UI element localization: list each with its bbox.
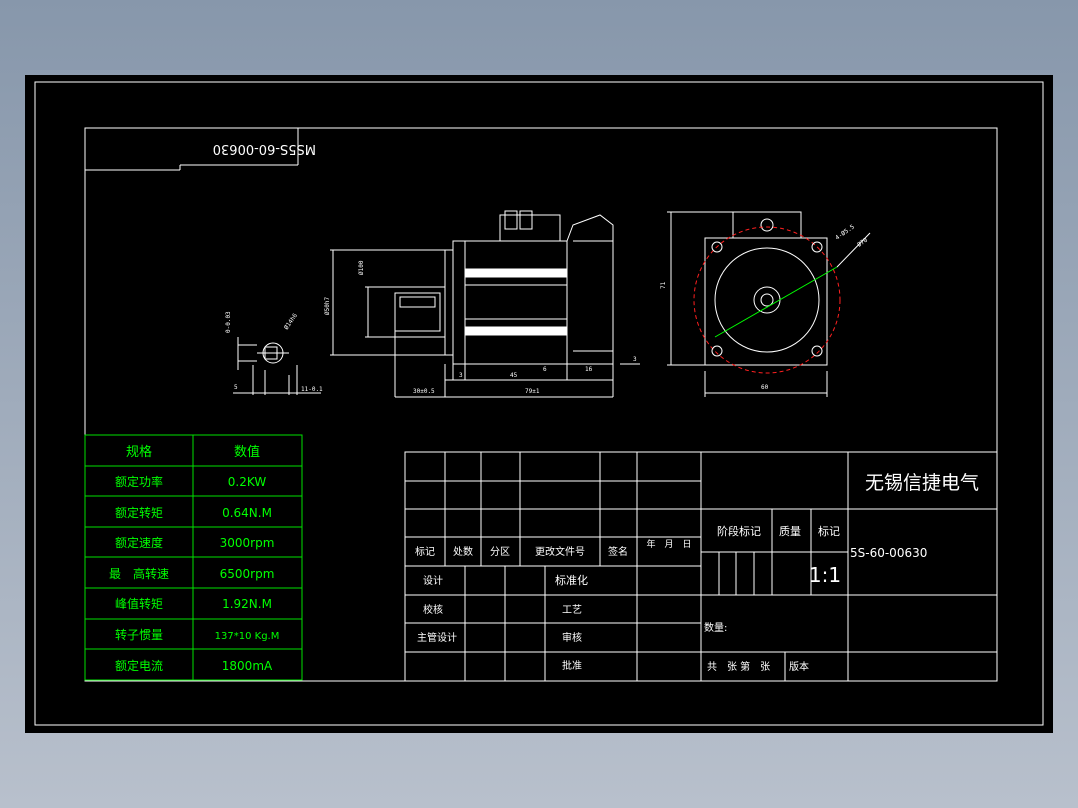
dim-holes: 4-Ø5.5 [834, 223, 856, 241]
dim-len-total: 79±1 [525, 388, 540, 395]
motor-front-view: 4-Ø5.5 Ø70 71 60 [660, 211, 871, 397]
tb-row-process: 工艺 [562, 604, 582, 616]
spec-row-3-name: 最 高转速 [109, 566, 169, 581]
spec-row-4-value: 1.92N.M [222, 597, 272, 611]
stage-header-2: 标记 [818, 524, 840, 538]
dim-shaft-key: 0-0.03 [225, 311, 232, 333]
tb-header-0: 标记 [415, 546, 435, 558]
dim-shaft-5: 5 [234, 384, 238, 391]
quantity-label: 数量: [704, 621, 727, 634]
mirrored-label: MS5S-60-00630 [213, 141, 316, 156]
drawing-number: 5S-60-00630 [850, 546, 927, 560]
dim-shaft-dia: Ø14h6 [283, 312, 299, 331]
spec-row-1-value: 0.64N.M [222, 506, 272, 520]
sheet-info: 共 张 第 张 [707, 660, 770, 673]
spec-header-value: 数值 [234, 444, 260, 460]
dim-len-45: 45 [510, 372, 518, 379]
tb-row-standard: 标准化 [555, 573, 588, 587]
scale-value: 1:1 [809, 563, 841, 587]
tb-row-approve: 批准 [562, 659, 582, 672]
dim-height-71: 71 [660, 281, 667, 289]
dim-len-3: 3 [459, 372, 463, 379]
tb-row-review: 审核 [562, 631, 582, 644]
drawing-canvas: MS5S-60-00630 0-0.03 Ø14h6 5 11-0.1 Ø100… [34, 81, 1044, 726]
dim-side-3: 3 [633, 356, 637, 363]
dim-pcd: Ø70 [856, 236, 869, 248]
title-block: 标记 处数 分区 更改文件号 签名 年 月 日 设计 标准化 校核 工艺 主管设… [404, 451, 998, 682]
spec-row-0-name: 额定功率 [115, 474, 163, 489]
dim-flange-dia: Ø50h7 [324, 297, 331, 315]
dim-len-30: 30±0.5 [413, 388, 435, 395]
spec-table: 规格 数值 额定功率 0.2KW 额定转矩 0.64N.M 额定速度 3000r… [84, 434, 303, 681]
dim-body-dia: Ø100 [358, 260, 365, 275]
tb-header-4: 签名 [608, 545, 628, 558]
spec-row-2-value: 3000rpm [220, 536, 275, 550]
spec-row-4-name: 峰值转矩 [115, 596, 163, 611]
tb-header-3: 更改文件号 [535, 545, 585, 558]
spec-row-1-name: 额定转矩 [115, 505, 163, 520]
spec-header-name: 规格 [126, 444, 152, 460]
tb-row-check: 校核 [423, 603, 443, 616]
stage-header-1: 质量 [779, 525, 801, 538]
spec-row-5-name: 转子惯量 [115, 627, 163, 642]
tb-header-1: 处数 [453, 545, 473, 558]
dim-width-60: 60 [761, 384, 769, 391]
spec-row-3-value: 6500rpm [220, 567, 275, 581]
cad-drawing-sheet: MS5S-60-00630 0-0.03 Ø14h6 5 11-0.1 Ø100… [25, 75, 1053, 733]
spec-row-2-name: 额定速度 [115, 535, 163, 550]
dim-len-6: 6 [543, 366, 547, 373]
dim-len-16: 16 [585, 366, 593, 373]
outer-border [34, 81, 1044, 726]
tb-row-chief: 主管设计 [417, 631, 457, 644]
spec-row-0-value: 0.2KW [228, 475, 267, 489]
stage-header-0: 阶段标记 [717, 524, 761, 538]
motor-side-view: 0-0.03 Ø14h6 5 11-0.1 Ø100 Ø50h7 30±0.5 … [225, 210, 640, 398]
version-label: 版本 [789, 660, 809, 673]
spec-row-6-name: 额定电流 [115, 658, 163, 673]
dim-shaft-11: 11-0.1 [301, 386, 323, 393]
company-name: 无锡信捷电气 [865, 472, 979, 494]
mirrored-label-box: MS5S-60-00630 [85, 128, 316, 171]
spec-row-6-value: 1800mA [222, 659, 273, 673]
spec-row-5-value: 137*10 Kg.M [215, 631, 280, 642]
tb-header-5: 年 月 日 [646, 538, 691, 550]
tb-header-2: 分区 [490, 546, 510, 558]
tb-row-design: 设计 [423, 574, 443, 587]
